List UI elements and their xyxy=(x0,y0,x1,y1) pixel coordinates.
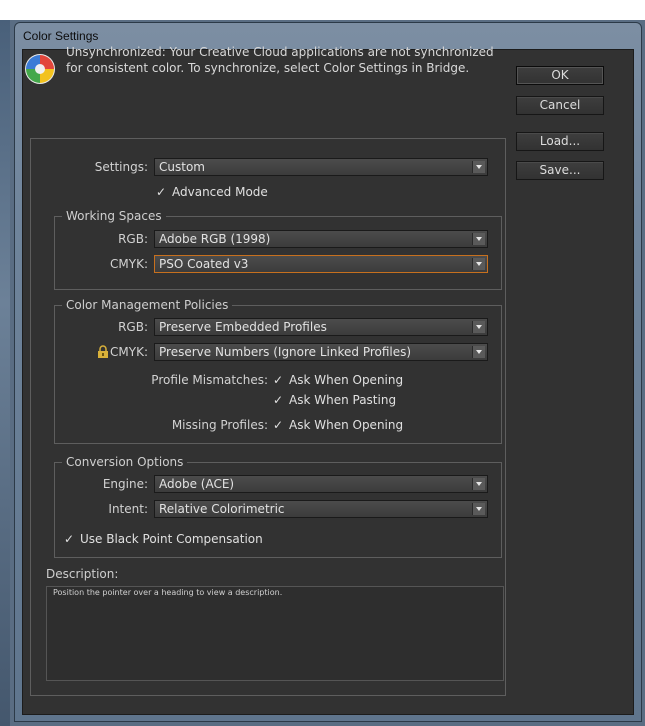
black-point-checkbox[interactable]: ✓ Use Black Point Compensation xyxy=(64,531,263,547)
ask-when-opening-checkbox[interactable]: ✓ Ask When Opening xyxy=(273,372,403,388)
checkmark-icon: ✓ xyxy=(273,418,284,432)
sync-message: Unsynchronized: Your Creative Cloud appl… xyxy=(66,45,494,75)
save-button[interactable]: Save... xyxy=(516,161,604,180)
checkmark-icon: ✓ xyxy=(273,373,284,387)
settings-dropdown[interactable]: Custom xyxy=(154,158,488,176)
policy-rgb-dropdown[interactable]: Preserve Embedded Profiles xyxy=(154,318,488,336)
advanced-mode-checkbox[interactable]: ✓ Advanced Mode xyxy=(156,184,268,200)
ask-when-pasting-label: Ask When Pasting xyxy=(289,393,397,407)
ws-cmyk-label: CMYK: xyxy=(110,257,148,271)
chevron-down-icon xyxy=(472,503,485,515)
ask-when-opening-label: Ask When Opening xyxy=(289,373,404,387)
ws-cmyk-dropdown[interactable]: PSO Coated v3 xyxy=(154,255,488,273)
cancel-button[interactable]: Cancel xyxy=(516,96,604,115)
policy-rgb-label: RGB: xyxy=(118,320,148,334)
description-label: Description: xyxy=(46,567,119,581)
policy-cmyk-dropdown[interactable]: Preserve Numbers (Ignore Linked Profiles… xyxy=(154,343,488,361)
window-title: Color Settings xyxy=(23,29,99,43)
load-button[interactable]: Load... xyxy=(516,132,604,151)
checkmark-icon: ✓ xyxy=(156,185,167,199)
chevron-down-icon xyxy=(472,233,485,245)
policy-cmyk-label: CMYK: xyxy=(110,345,148,359)
ws-rgb-dropdown[interactable]: Adobe RGB (1998) xyxy=(154,230,488,248)
policy-cmyk-value: Preserve Numbers (Ignore Linked Profiles… xyxy=(159,345,412,359)
color-wheel-icon xyxy=(25,54,55,84)
settings-value: Custom xyxy=(159,160,205,174)
chevron-down-icon xyxy=(472,321,485,333)
intent-dropdown[interactable]: Relative Colorimetric xyxy=(154,500,488,518)
chevron-down-icon xyxy=(472,258,485,270)
checkmark-icon: ✓ xyxy=(273,393,284,407)
intent-label: Intent: xyxy=(108,502,148,516)
checkmark-icon: ✓ xyxy=(64,532,75,546)
chevron-down-icon xyxy=(472,161,485,173)
engine-label: Engine: xyxy=(102,477,148,491)
ws-rgb-label: RGB: xyxy=(118,232,148,246)
engine-dropdown[interactable]: Adobe (ACE) xyxy=(154,475,488,493)
conversion-title: Conversion Options xyxy=(62,455,188,469)
chevron-down-icon xyxy=(472,346,485,358)
ok-button[interactable]: OK xyxy=(516,66,604,85)
policy-rgb-value: Preserve Embedded Profiles xyxy=(159,320,327,334)
working-spaces-group xyxy=(54,216,502,290)
description-box: Position the pointer over a heading to v… xyxy=(46,586,504,681)
working-spaces-title: Working Spaces xyxy=(62,209,166,223)
settings-label: Settings: xyxy=(94,160,148,174)
ws-cmyk-value: PSO Coated v3 xyxy=(159,257,249,271)
policies-title: Color Management Policies xyxy=(62,298,233,312)
profile-mismatches-label: Profile Mismatches: xyxy=(151,373,268,387)
description-text: Position the pointer over a heading to v… xyxy=(53,588,283,597)
desktop-left xyxy=(0,20,10,726)
chevron-down-icon xyxy=(472,478,485,490)
advanced-mode-label: Advanced Mode xyxy=(172,185,268,199)
missing-ask-opening-checkbox[interactable]: ✓ Ask When Opening xyxy=(273,417,403,433)
missing-ask-opening-label: Ask When Opening xyxy=(289,418,404,432)
ask-when-pasting-checkbox[interactable]: ✓ Ask When Pasting xyxy=(273,392,396,408)
engine-value: Adobe (ACE) xyxy=(159,477,235,491)
missing-profiles-label: Missing Profiles: xyxy=(171,418,268,432)
black-point-label: Use Black Point Compensation xyxy=(80,532,263,546)
ws-rgb-value: Adobe RGB (1998) xyxy=(159,232,271,246)
desktop-top xyxy=(0,0,645,20)
intent-value: Relative Colorimetric xyxy=(159,502,285,516)
